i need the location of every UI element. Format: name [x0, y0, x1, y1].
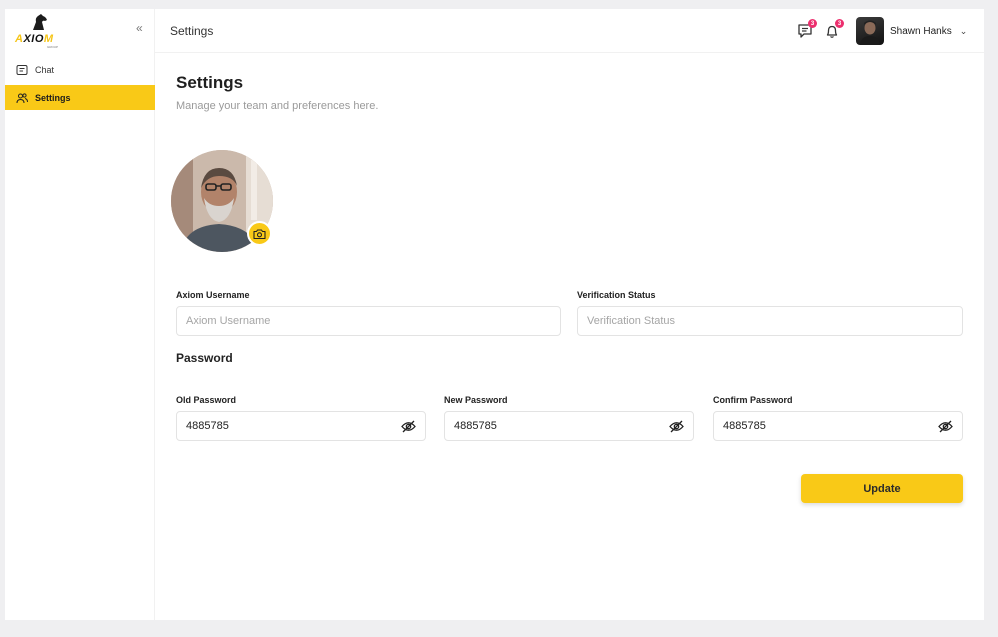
app-window: AXIOM GROUP « Chat Settings Settings 3 3 — [5, 9, 984, 620]
sidebar-item-label: Settings — [35, 92, 71, 103]
eye-off-icon[interactable] — [938, 420, 953, 433]
new-password-field[interactable]: 4885785 — [444, 411, 694, 441]
user-name: Shawn Hanks — [890, 25, 952, 37]
old-password-field[interactable]: 4885785 — [176, 411, 426, 441]
users-icon — [16, 92, 28, 104]
top-header: Settings 3 3 Shawn Hanks ⌄ — [155, 9, 984, 53]
chevron-down-icon: ⌄ — [959, 25, 968, 36]
user-menu[interactable]: Shawn Hanks ⌄ — [856, 17, 967, 45]
page-subtitle: Manage your team and preferences here. — [176, 100, 379, 112]
password-section-title: Password — [176, 351, 233, 365]
page-title: Settings — [176, 73, 244, 92]
camera-icon — [253, 228, 266, 239]
header-title: Settings — [170, 24, 214, 38]
logo-subtext: GROUP — [47, 45, 59, 49]
old-password-value: 4885785 — [186, 420, 229, 432]
update-button[interactable]: Update — [801, 474, 963, 503]
eye-off-icon[interactable] — [669, 420, 684, 433]
confirm-password-label: Confirm Password — [713, 395, 793, 405]
confirm-password-value: 4885785 — [723, 420, 766, 432]
username-input[interactable] — [176, 306, 561, 336]
messages-badge: 3 — [808, 19, 817, 28]
sidebar-item-chat[interactable]: Chat — [5, 57, 155, 82]
sidebar: AXIOM GROUP « Chat Settings — [5, 9, 155, 620]
new-password-value: 4885785 — [454, 420, 497, 432]
sidebar-item-label: Chat — [35, 64, 55, 75]
user-avatar — [856, 17, 884, 45]
notifications-button[interactable]: 3 — [823, 19, 844, 40]
logo-wordmark: AXIOM — [15, 33, 54, 45]
brand-logo: AXIOM GROUP — [14, 13, 68, 49]
verification-input[interactable] — [577, 306, 963, 336]
old-password-label: Old Password — [176, 395, 237, 405]
notifications-badge: 3 — [835, 19, 844, 28]
sidebar-item-settings[interactable]: Settings — [5, 85, 155, 110]
logo-horse-icon — [33, 14, 47, 30]
change-photo-button[interactable] — [247, 221, 272, 246]
settings-content: Settings Manage your team and preference… — [155, 53, 984, 620]
collapse-sidebar-icon[interactable]: « — [136, 21, 143, 35]
eye-off-icon[interactable] — [401, 420, 416, 433]
username-label: Axiom Username — [176, 290, 250, 300]
verification-label: Verification Status — [577, 290, 656, 300]
messages-button[interactable]: 3 — [796, 19, 817, 40]
new-password-label: New Password — [444, 395, 508, 405]
chat-icon — [16, 64, 28, 76]
confirm-password-field[interactable]: 4885785 — [713, 411, 963, 441]
